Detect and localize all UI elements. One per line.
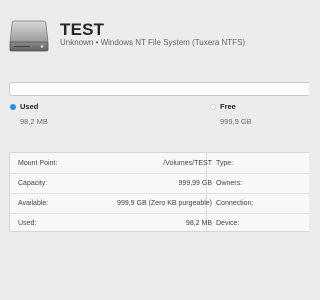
free-label: Free bbox=[220, 102, 236, 111]
info-row-mount-point: Mount Point: /Volumes/TEST Type: bbox=[10, 153, 309, 173]
volume-name: TEST bbox=[60, 20, 105, 39]
free-value: 999,9 GB bbox=[220, 117, 252, 126]
external-disk-icon bbox=[8, 20, 50, 54]
available-label: Available: bbox=[18, 200, 49, 207]
owners-label: Owners: bbox=[216, 180, 243, 187]
connection-label: Connection: bbox=[216, 200, 254, 207]
free-legend: Free 999,9 GB bbox=[210, 102, 252, 126]
mount-point-value: /Volumes/TEST bbox=[163, 160, 212, 167]
used-value: 98,2 MB bbox=[20, 117, 48, 126]
used-row-label: Used: bbox=[18, 220, 37, 227]
available-value: 999,9 GB (Zero KB purgeable) bbox=[117, 200, 212, 207]
mount-point-label: Mount Point: bbox=[18, 160, 58, 167]
info-row-used: Used: 98,2 MB Device: bbox=[10, 213, 309, 233]
used-color-dot bbox=[10, 103, 16, 110]
used-legend: Used 98,2 MB bbox=[10, 102, 48, 126]
free-color-dot bbox=[210, 103, 216, 110]
volume-subtitle: Unknown • Windows NT File System (Tuxera… bbox=[60, 38, 246, 47]
type-label: Type: bbox=[216, 160, 234, 167]
used-row-value: 98,2 MB bbox=[185, 220, 212, 227]
capacity-label: Capacity: bbox=[18, 180, 48, 187]
info-row-capacity: Capacity: 999,99 GB Owners: bbox=[10, 173, 309, 193]
storage-usage-bar bbox=[9, 82, 309, 96]
device-label: Device: bbox=[216, 220, 240, 227]
capacity-value: 999,99 GB bbox=[178, 180, 212, 187]
volume-info-table: Mount Point: /Volumes/TEST Type: Capacit… bbox=[9, 152, 309, 232]
used-label: Used bbox=[20, 102, 39, 111]
info-row-available: Available: 999,9 GB (Zero KB purgeable) … bbox=[10, 193, 309, 213]
